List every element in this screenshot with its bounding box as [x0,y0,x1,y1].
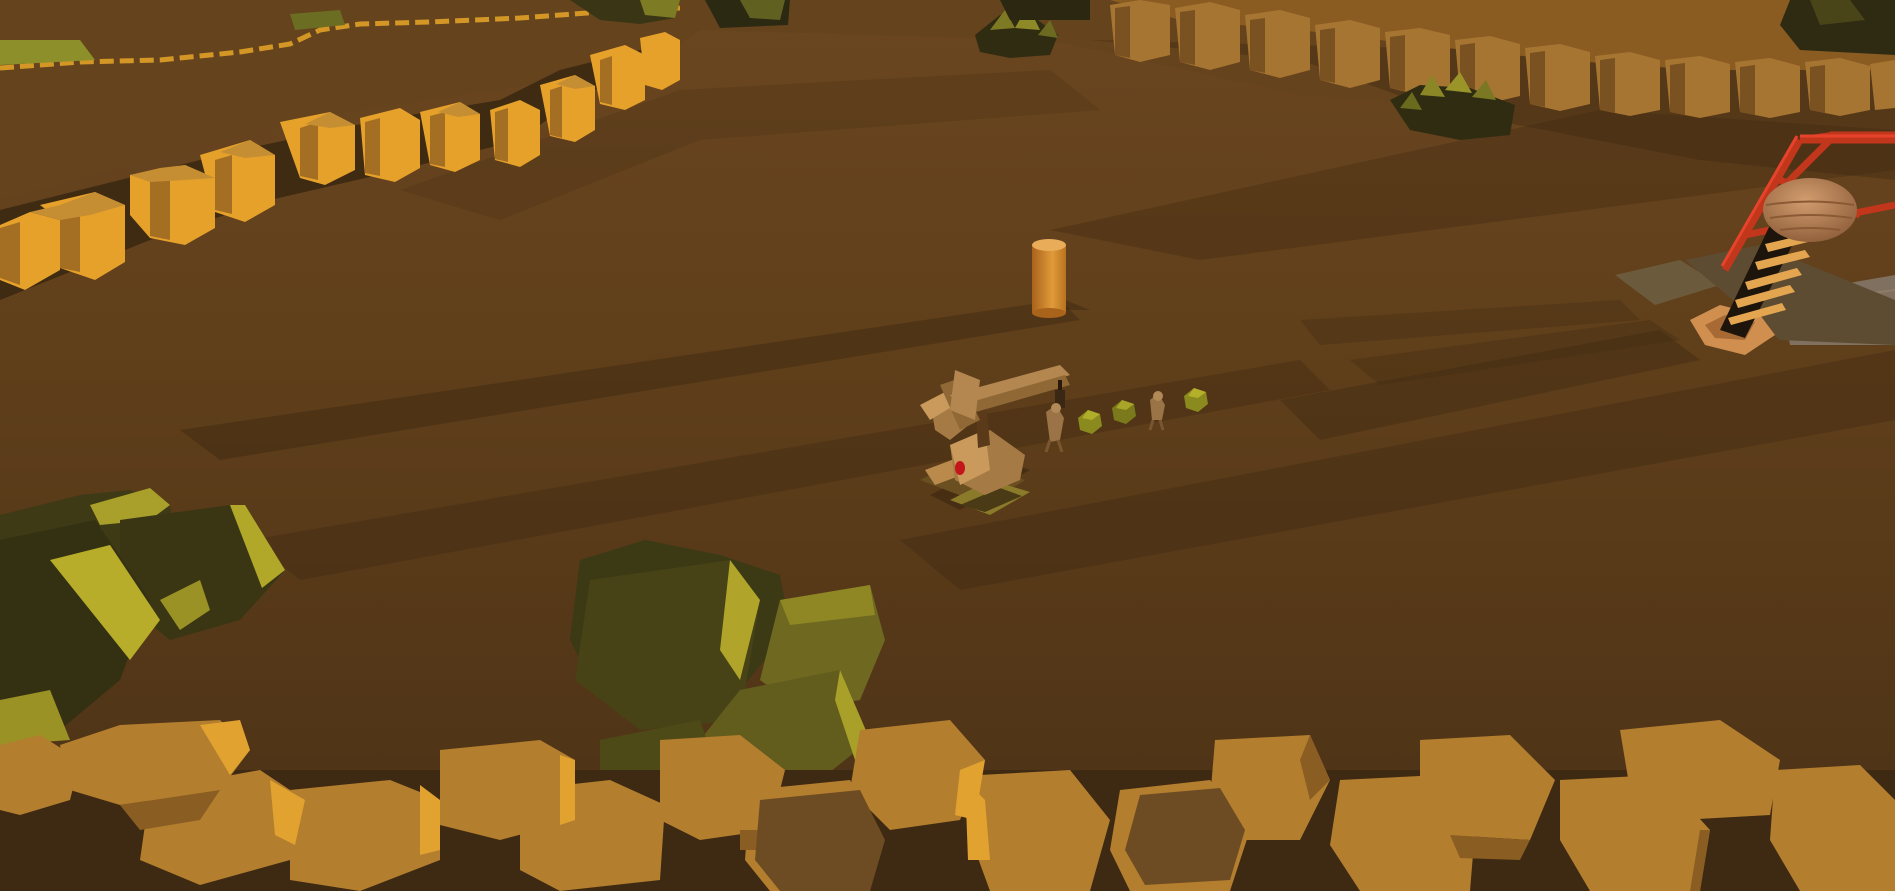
tower-dome-cap [1763,178,1857,242]
game-viewport[interactable] [0,0,1895,891]
